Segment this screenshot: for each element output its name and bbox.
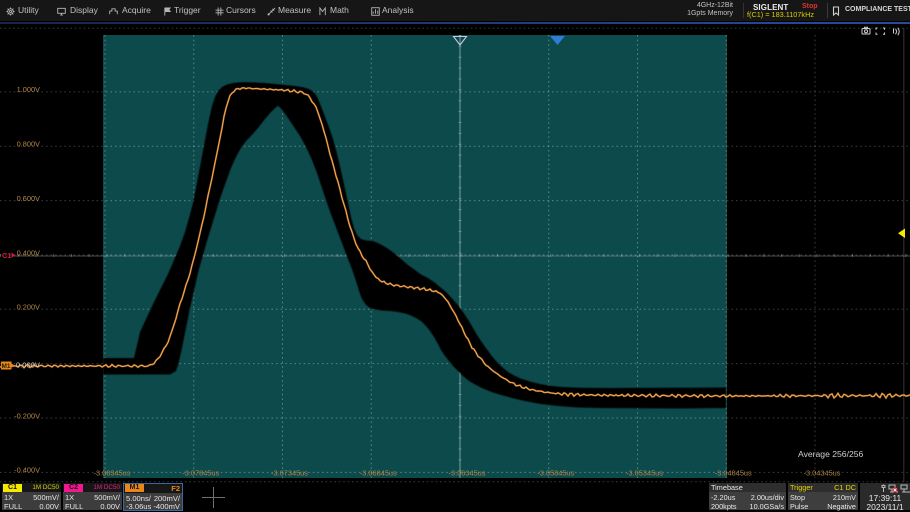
- svg-text:0.800V: 0.800V: [17, 140, 40, 149]
- svg-text:-3.07845us: -3.07845us: [182, 469, 219, 478]
- svg-text:-0.400V: -0.400V: [14, 466, 40, 475]
- svg-text:0.000V: 0.000V: [16, 361, 41, 370]
- svg-text:0.400V: 0.400V: [17, 248, 40, 257]
- svg-text:Average 256/256: Average 256/256: [798, 449, 864, 459]
- svg-text:-3.07345us: -3.07345us: [271, 469, 308, 478]
- svg-text:C1: C1: [2, 251, 12, 260]
- svg-text:-3.04345us: -3.04345us: [804, 469, 841, 478]
- svg-text:0.600V: 0.600V: [17, 194, 40, 203]
- svg-text:-0.200V: -0.200V: [14, 411, 40, 420]
- svg-text:-3.06845us: -3.06845us: [360, 469, 397, 478]
- svg-text:-3.05345us: -3.05345us: [626, 469, 663, 478]
- svg-text:0.200V: 0.200V: [17, 303, 40, 312]
- svg-text:-3.04845us: -3.04845us: [715, 469, 752, 478]
- svg-text:-3.08345us: -3.08345us: [94, 469, 131, 478]
- svg-text:-3.06345us: -3.06345us: [449, 469, 486, 478]
- svg-text:1.000V: 1.000V: [17, 85, 40, 94]
- svg-text:-3.05845us: -3.05845us: [537, 469, 574, 478]
- svg-text:M1: M1: [1, 363, 10, 370]
